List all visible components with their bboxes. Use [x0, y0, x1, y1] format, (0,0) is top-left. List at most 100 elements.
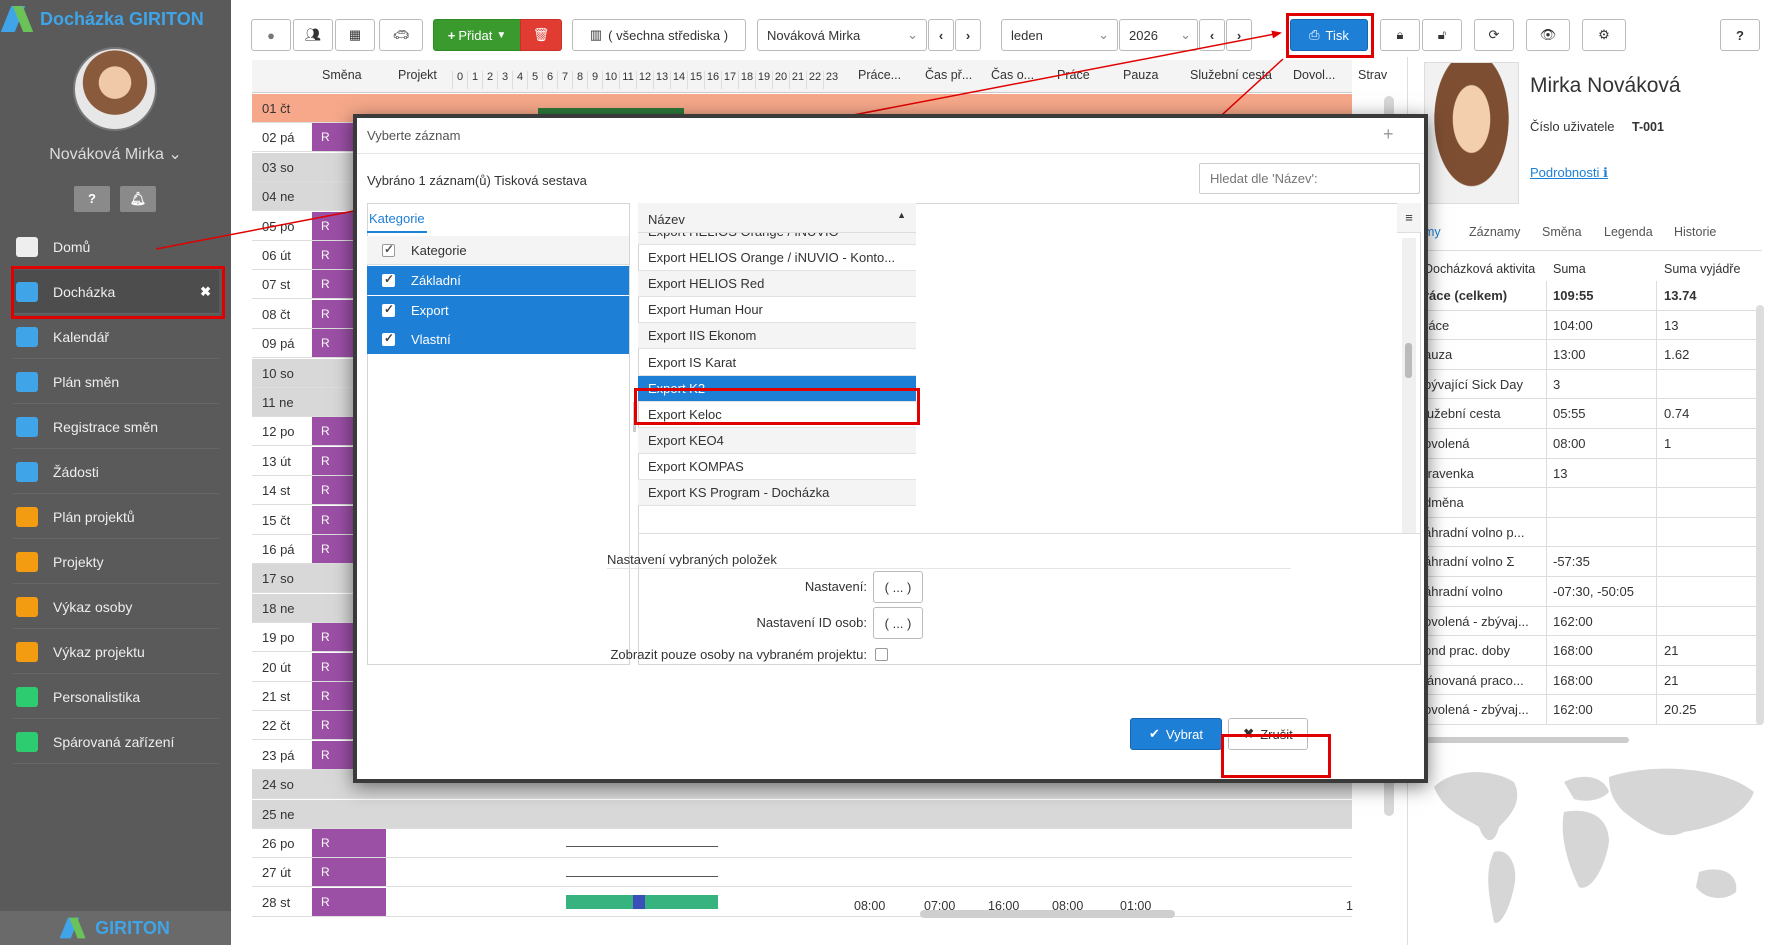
group-view-button[interactable]: 👥︎: [293, 19, 333, 51]
search-name-input[interactable]: [1199, 163, 1420, 194]
next-person-button[interactable]: ›: [955, 19, 981, 51]
summary-h-scrollbar[interactable]: [1424, 737, 1629, 743]
user-name-dropdown[interactable]: Nováková Mirka ⌄: [0, 144, 231, 164]
sidebar-item-8[interactable]: Výkaz osoby: [13, 585, 219, 629]
year-select[interactable]: 2026 ⌄: [1119, 19, 1198, 51]
col-work[interactable]: Práce...: [858, 68, 901, 82]
col-time-to[interactable]: Čas o...: [991, 68, 1034, 82]
sidebar-item-7[interactable]: Projekty: [13, 540, 219, 584]
calendar-view-button[interactable]: ▦: [335, 19, 375, 51]
summary-row[interactable]: áhradní volno Σ -57:35: [1424, 547, 1762, 577]
view-button[interactable]: 👁︎: [1526, 19, 1570, 51]
shift-cell[interactable]: R: [312, 858, 386, 887]
list-item[interactable]: Export IIS Ekonom: [638, 323, 916, 350]
summary-row[interactable]: áhradní volno p...: [1424, 517, 1762, 548]
brand-logo[interactable]: Docházka GIRITON: [0, 6, 204, 32]
list-item[interactable]: Export Human Hour: [638, 297, 916, 324]
select-all-checkbox[interactable]: [382, 242, 395, 257]
dialog-maximize-icon[interactable]: +: [1383, 124, 1394, 145]
help-button[interactable]: ?: [74, 186, 110, 212]
col-pause[interactable]: Pauza: [1123, 68, 1158, 82]
summary-row[interactable]: bývající Sick Day 3: [1424, 369, 1762, 400]
setting2-button[interactable]: ( ... ): [873, 607, 923, 639]
month-select[interactable]: leden ⌄: [1001, 19, 1118, 51]
print-button[interactable]: ⎙ Tisk: [1290, 19, 1368, 51]
list-item[interactable]: Export HELIOS Orange / iNUVIO: [638, 233, 916, 245]
summary-row[interactable]: ovolená 08:00 1: [1424, 429, 1762, 459]
list-item[interactable]: Export KS Program - Docházka: [638, 480, 916, 506]
summary-row[interactable]: travenka 13: [1424, 458, 1762, 489]
col-vacation[interactable]: Dovol...: [1293, 68, 1335, 82]
list-scrollbar-track[interactable]: [1402, 238, 1416, 533]
sidebar-item-11[interactable]: Spárovaná zařízení: [13, 720, 219, 764]
sidebar-item-6[interactable]: Plán projektů: [13, 495, 219, 539]
list-item[interactable]: Export HELIOS Orange / iNUVIO - Konto...: [638, 245, 916, 272]
sidebar-item-0[interactable]: Domů: [13, 225, 219, 269]
unlock-button[interactable]: 🔓︎: [1422, 19, 1462, 51]
sidebar-item-2[interactable]: Kalendář: [13, 315, 219, 359]
summary-row[interactable]: ovolená - zbývaj... 162:00: [1424, 606, 1762, 637]
sidebar-item-9[interactable]: Výkaz projektu: [13, 630, 219, 674]
shift-cell[interactable]: R: [312, 829, 386, 857]
list-item[interactable]: Export K2: [638, 375, 916, 402]
grid-horizontal-scrollbar[interactable]: [920, 910, 1175, 918]
close-tab-icon[interactable]: ✖: [200, 284, 211, 300]
category-row[interactable]: Vlastní: [367, 325, 629, 354]
category-checkbox[interactable]: [382, 331, 395, 346]
summary-row[interactable]: ráce 104:00 13: [1424, 310, 1762, 341]
category-row[interactable]: Základní: [367, 266, 629, 295]
sidebar-item-5[interactable]: Žádosti: [13, 450, 219, 494]
setting1-button[interactable]: ( ... ): [873, 571, 923, 603]
right-tab[interactable]: Záznamy: [1469, 225, 1520, 239]
category-row[interactable]: Export: [367, 295, 629, 325]
list-item[interactable]: Export KEO4: [638, 427, 916, 454]
setting3-checkbox[interactable]: [875, 648, 888, 661]
shift-cell[interactable]: R: [312, 887, 386, 916]
right-tab[interactable]: Legenda: [1604, 225, 1653, 239]
user-avatar[interactable]: [73, 47, 157, 131]
summary-row[interactable]: ond prac. doby 168:00 21: [1424, 636, 1762, 666]
col-meal[interactable]: Strav: [1358, 68, 1387, 82]
summary-row[interactable]: áhradní volno -07:30, -50:05: [1424, 577, 1762, 607]
summary-scrollbar[interactable]: [1756, 305, 1764, 725]
col-work2[interactable]: Práce: [1057, 68, 1090, 82]
right-tab[interactable]: Směna: [1542, 225, 1582, 239]
table-row[interactable]: [252, 799, 1352, 829]
list-item[interactable]: Export KOMPAS: [638, 454, 916, 480]
refresh-button[interactable]: ⟳: [1474, 19, 1514, 51]
table-row[interactable]: [252, 888, 1352, 917]
list-header-name[interactable]: Název ▲: [638, 203, 916, 233]
cancel-button[interactable]: ✖ Zrušit: [1228, 718, 1308, 750]
tab-kategorie[interactable]: Kategorie: [367, 203, 427, 233]
summary-row[interactable]: ovolená - zbývaj... 162:00 20.25: [1424, 695, 1762, 725]
delete-button[interactable]: 🗑︎: [520, 19, 562, 51]
add-button[interactable]: + Přidat ▼: [433, 19, 521, 51]
center-select-button[interactable]: ▥ ( všechna střediska ): [572, 19, 746, 51]
sidebar-item-1[interactable]: Docházka ✖: [13, 270, 219, 314]
summary-row[interactable]: auza 13:00 1.62: [1424, 340, 1762, 370]
col-project[interactable]: Projekt: [398, 68, 437, 82]
select-button[interactable]: ✔ Vybrat: [1130, 718, 1222, 750]
col-time-from[interactable]: Čas př...: [925, 68, 972, 82]
summary-row[interactable]: lánovaná praco... 168:00 21: [1424, 665, 1762, 696]
column-menu-button[interactable]: ≡: [1397, 203, 1421, 233]
prev-person-button[interactable]: ‹: [928, 19, 954, 51]
splitter-handle[interactable]: [633, 402, 636, 432]
sidebar-item-10[interactable]: Personalistika: [13, 675, 219, 719]
list-item[interactable]: Export IS Karat: [638, 350, 916, 376]
summary-row[interactable]: lužební cesta 05:55 0.74: [1424, 399, 1762, 429]
help-button-top[interactable]: ?: [1720, 19, 1760, 51]
table-row[interactable]: [252, 829, 1352, 858]
right-tab[interactable]: Historie: [1674, 225, 1716, 239]
settings-button[interactable]: ⚙︎: [1582, 19, 1626, 51]
sidebar-item-3[interactable]: Plán směn: [13, 360, 219, 404]
summary-row[interactable]: ráce (celkem) 109:55 13.74: [1424, 281, 1762, 311]
notifications-button[interactable]: 🔔︎: [120, 186, 156, 212]
person-select[interactable]: Nováková Mirka ⌄: [757, 19, 927, 51]
prev-month-button[interactable]: ‹: [1199, 19, 1225, 51]
list-item[interactable]: Export HELIOS Red: [638, 271, 916, 298]
person-view-button[interactable]: ●: [251, 19, 291, 51]
col-shift[interactable]: Směna: [322, 68, 362, 82]
profile-details-link[interactable]: Podrobnosti ℹ: [1530, 165, 1608, 181]
category-checkbox[interactable]: [382, 302, 395, 317]
